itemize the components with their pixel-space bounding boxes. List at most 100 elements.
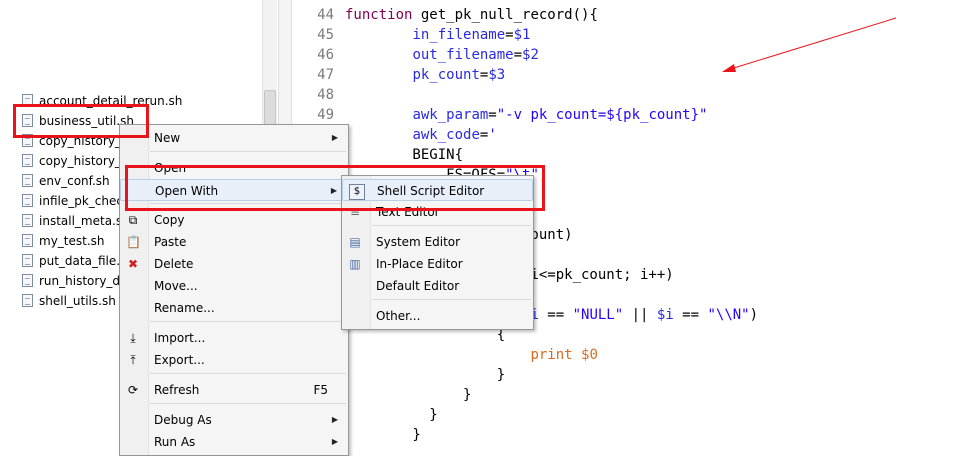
- file-item[interactable]: copy_history_: [22, 151, 121, 171]
- file-name: env_conf.sh: [39, 174, 110, 188]
- menu-item-label: New: [154, 131, 181, 145]
- menu-accelerator: F5: [313, 383, 328, 397]
- submenu-item-other[interactable]: Other...: [342, 305, 533, 327]
- submenu-item-label: Other...: [376, 309, 421, 323]
- submenu-item-default-editor[interactable]: Default Editor: [342, 275, 533, 297]
- shell-file-icon: [22, 134, 33, 147]
- refresh-icon: ⟳: [127, 383, 139, 397]
- menu-item-copy[interactable]: ⧉ Copy: [120, 209, 348, 231]
- code-token: }: [345, 407, 438, 423]
- menu-item-delete[interactable]: ✖ Delete: [120, 253, 348, 275]
- system-editor-icon: ▤: [349, 235, 361, 249]
- code-token: out_filename: [412, 47, 514, 63]
- line-number: 45: [317, 27, 334, 43]
- shell-file-icon: [22, 234, 33, 247]
- code-token: $i: [656, 307, 674, 323]
- file-name: infile_pk_chec: [39, 194, 123, 208]
- code-token: $1: [513, 27, 531, 43]
- submenu-item-label: Default Editor: [376, 279, 460, 293]
- file-item[interactable]: shell_utils.sh: [22, 291, 116, 311]
- code-line: 46 out_filename=$2: [292, 45, 539, 65]
- file-name: copy_history_: [39, 154, 121, 168]
- menu-item-label: Debug As: [154, 413, 212, 427]
- code-token: function: [345, 7, 413, 23]
- file-name: my_test.sh: [39, 234, 105, 248]
- menu-separator: [150, 373, 346, 374]
- text-file-icon: ≡: [349, 205, 361, 219]
- menu-item-import[interactable]: ⤓ Import...: [120, 327, 348, 349]
- menu-separator: [150, 151, 346, 152]
- submenu-item-text-editor[interactable]: ≡ Text Editor: [342, 201, 533, 223]
- code-token: }: [345, 367, 506, 383]
- paste-icon: 📋: [126, 235, 141, 249]
- file-item[interactable]: business_util.sh: [22, 111, 134, 131]
- code-token: =: [488, 107, 497, 123]
- line-number: 44: [317, 7, 334, 23]
- menu-item-label: Refresh: [154, 383, 200, 397]
- file-item[interactable]: env_conf.sh: [22, 171, 110, 191]
- shell-file-icon: [22, 94, 33, 107]
- file-item[interactable]: infile_pk_chec: [22, 191, 123, 211]
- code-line: 45 in_filename=$1: [292, 25, 530, 45]
- file-item[interactable]: install_meta.s: [22, 211, 122, 231]
- file-item[interactable]: run_history_d: [22, 271, 120, 291]
- shell-file-icon: [22, 254, 33, 267]
- file-name: run_history_d: [39, 274, 121, 288]
- import-icon: ⤓: [130, 331, 136, 345]
- export-icon: ⤒: [130, 353, 136, 367]
- menu-item-label: Rename...: [154, 301, 215, 315]
- menu-separator: [150, 321, 346, 322]
- file-name: copy_history_: [39, 134, 121, 148]
- menu-item-label: Paste: [154, 235, 187, 249]
- file-item[interactable]: copy_history_: [22, 131, 121, 151]
- menu-separator: [372, 225, 531, 226]
- line-number: 48: [317, 87, 334, 103]
- code-token: ): [749, 307, 759, 323]
- code-token: =: [505, 27, 514, 43]
- code-token: $3: [488, 67, 506, 83]
- submenu-item-label: Text Editor: [376, 205, 440, 219]
- code-token: =: [513, 47, 523, 63]
- menu-item-label: Open: [154, 161, 187, 175]
- submenu-item-label: In-Place Editor: [376, 257, 463, 271]
- submenu-item-label: Shell Script Editor: [377, 184, 485, 198]
- shell-file-icon: [22, 154, 33, 167]
- shell-file-icon: [22, 294, 33, 307]
- code-token: ==: [538, 307, 573, 323]
- submenu-item-system-editor[interactable]: ▤ System Editor: [342, 231, 533, 253]
- code-token: "-v pk_count=${pk_count}": [496, 107, 708, 123]
- menu-item-paste[interactable]: 📋 Paste: [120, 231, 348, 253]
- menu-item-label: Move...: [154, 279, 198, 293]
- menu-item-export[interactable]: ⤒ Export...: [120, 349, 348, 371]
- menu-item-label: Export...: [154, 353, 205, 367]
- submenu-arrow-icon: ▶: [330, 186, 337, 195]
- menu-item-open[interactable]: Open: [120, 157, 348, 179]
- file-item[interactable]: my_test.sh: [22, 231, 105, 251]
- code-token: ': [488, 127, 497, 143]
- file-item[interactable]: put_data_file.s: [22, 251, 126, 271]
- shell-file-icon: [22, 274, 33, 287]
- code-token: awk_param: [412, 107, 489, 123]
- copy-icon: ⧉: [128, 213, 138, 227]
- code-token: $2: [522, 47, 539, 63]
- menu-item-new[interactable]: New ▶: [120, 127, 348, 149]
- menu-item-open-with[interactable]: Open With ▶: [120, 179, 348, 201]
- submenu-item-shell-script-editor[interactable]: $ Shell Script Editor: [342, 179, 533, 201]
- code-token: awk_code: [412, 127, 480, 143]
- line-number: 46: [317, 47, 334, 63]
- code-token: get_pk_null_record(){: [412, 7, 598, 23]
- menu-item-label: Copy: [154, 213, 185, 227]
- menu-item-label: Open With: [155, 184, 219, 198]
- menu-item-debug-as[interactable]: Debug As ▶: [120, 409, 348, 431]
- menu-item-rename[interactable]: Rename...: [120, 297, 348, 319]
- menu-separator: [150, 403, 346, 404]
- menu-item-refresh[interactable]: ⟳ Refresh F5: [120, 379, 348, 401]
- file-name: shell_utils.sh: [39, 294, 116, 308]
- file-item[interactable]: account_detail_rerun.sh: [22, 91, 182, 111]
- shell-file-icon: [22, 114, 33, 127]
- submenu-item-in-place-editor[interactable]: ▥ In-Place Editor: [342, 253, 533, 275]
- code-token: BEGIN{: [345, 147, 464, 163]
- menu-item-move[interactable]: Move...: [120, 275, 348, 297]
